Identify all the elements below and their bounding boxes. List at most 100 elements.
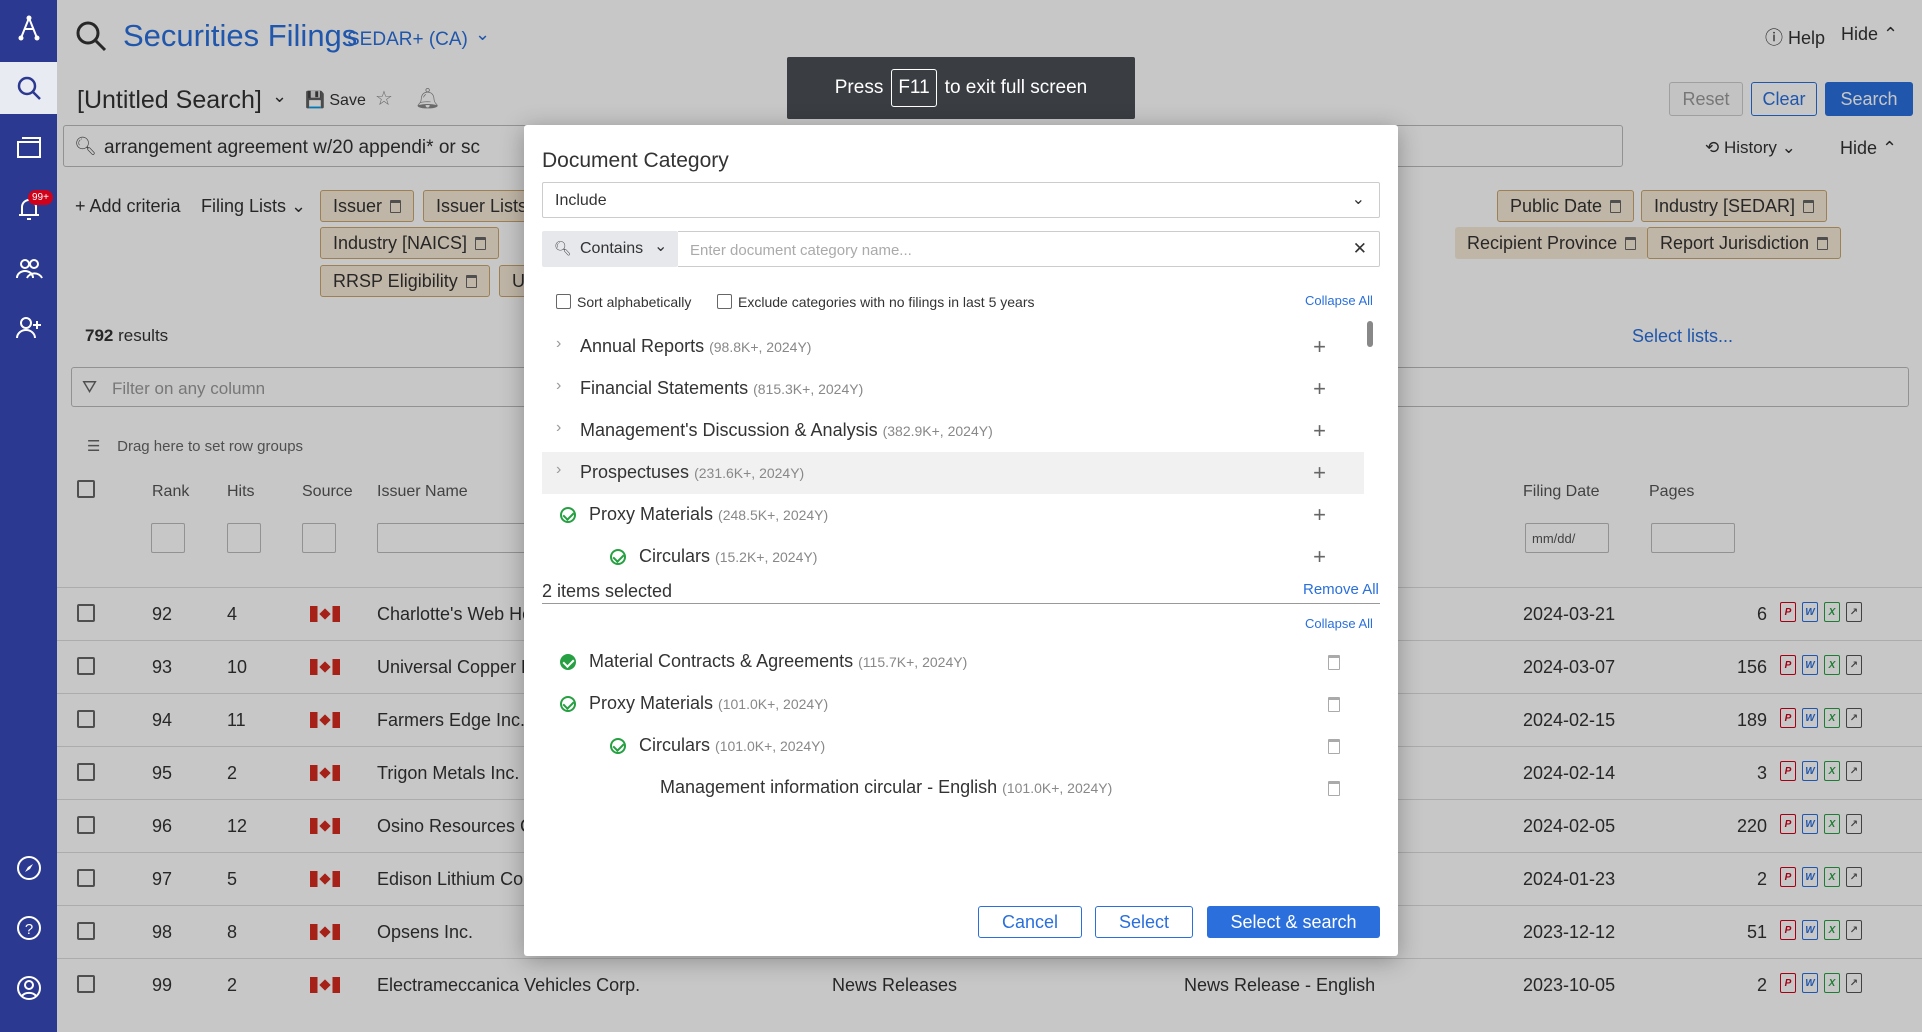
expand-chevron-icon[interactable]: › (556, 461, 561, 479)
check-circle-icon (560, 696, 576, 712)
tree-item-name: Proxy Materials (589, 504, 714, 524)
select-and-search-button[interactable]: Select & search (1207, 906, 1380, 938)
add-icon[interactable]: + (1313, 462, 1326, 484)
tree-item-label: Proxy Materials (248.5K+, 2024Y) (589, 504, 828, 525)
select-button[interactable]: Select (1095, 906, 1193, 938)
contains-label: Contains (580, 240, 644, 257)
tree-item-meta: (382.9K+, 2024Y) (882, 423, 993, 439)
category-input-placeholder: Enter document category name... (690, 242, 912, 259)
tree-item[interactable]: Circulars (15.2K+, 2024Y) + (542, 536, 1364, 578)
include-value: Include (555, 192, 607, 209)
check-circle-icon (610, 549, 626, 565)
exclude-checkbox[interactable] (717, 294, 732, 309)
selected-item: Material Contracts & Agreements (115.7K+… (542, 641, 1380, 683)
help-nav-icon[interactable]: ? (0, 902, 57, 954)
contains-dropdown[interactable]: 🔍︎ Contains ⌄ (542, 231, 678, 267)
include-dropdown[interactable]: Include ⌄ (542, 182, 1380, 218)
app-logo-icon[interactable] (0, 2, 57, 54)
contains-chevron-icon: ⌄ (654, 238, 668, 255)
svg-text:?: ? (24, 921, 32, 938)
tree-item-meta: (98.8K+, 2024Y) (709, 339, 812, 355)
expand-chevron-icon[interactable]: › (556, 335, 561, 353)
toast-key: F11 (891, 69, 937, 107)
check-circle-filled-icon (560, 654, 576, 670)
cancel-button[interactable]: Cancel (978, 906, 1082, 938)
expand-chevron-icon[interactable]: › (556, 419, 561, 437)
tree-item-label: Annual Reports (98.8K+, 2024Y) (580, 336, 811, 357)
tree-item-meta: (231.6K+, 2024Y) (694, 465, 805, 481)
category-name-input[interactable]: Enter document category name... ✕ (678, 231, 1380, 267)
sort-alpha-checkbox[interactable] (556, 294, 571, 309)
tree-item[interactable]: › Prospectuses (231.6K+, 2024Y) + (542, 452, 1364, 494)
tree-item-meta: (815.3K+, 2024Y) (753, 381, 864, 397)
users-nav-icon[interactable] (0, 242, 57, 294)
check-circle-icon (560, 507, 576, 523)
tree-item-meta: (15.2K+, 2024Y) (715, 549, 818, 565)
selected-item-meta: (101.0K+, 2024Y) (715, 738, 826, 754)
selected-item-meta: (115.7K+, 2024Y) (858, 654, 968, 670)
search-nav-icon[interactable] (0, 62, 57, 114)
tree-item-name: Annual Reports (580, 336, 705, 356)
tree-item-name: Financial Statements (580, 378, 749, 398)
add-icon[interactable]: + (1313, 420, 1326, 442)
tree-item-name: Management's Discussion & Analysis (580, 420, 878, 440)
tree-item-label: Management's Discussion & Analysis (382.… (580, 420, 993, 441)
clear-input-icon[interactable]: ✕ (1353, 239, 1367, 259)
collapse-all-selected-link[interactable]: Collapse All (1305, 616, 1373, 631)
contains-search-icon: 🔍︎ (554, 240, 572, 256)
tree-item-label: Circulars (15.2K+, 2024Y) (639, 546, 817, 567)
left-nav-rail: 99+ ? (0, 0, 57, 1032)
selected-item: Proxy Materials (101.0K+, 2024Y) (542, 683, 1380, 725)
exclude-label: Exclude categories with no filings in la… (738, 294, 1035, 310)
selected-item-meta: (101.0K+, 2024Y) (1002, 780, 1113, 796)
check-circle-icon (610, 738, 626, 754)
account-icon[interactable] (0, 962, 57, 1014)
selected-item-meta: (101.0K+, 2024Y) (718, 696, 829, 712)
tree-item[interactable]: Proxy Materials (248.5K+, 2024Y) + (542, 494, 1364, 536)
alerts-badge: 99+ (28, 190, 53, 205)
selected-item-name: Management information circular - Englis… (660, 777, 998, 797)
trash-icon[interactable] (1328, 697, 1340, 712)
selected-item-name: Proxy Materials (589, 693, 714, 713)
remove-all-link[interactable]: Remove All (1303, 581, 1379, 598)
selected-item: Circulars (101.0K+, 2024Y) (542, 725, 1380, 767)
compass-icon[interactable] (0, 842, 57, 894)
toast-press: Press (834, 77, 884, 98)
selected-item-name: Material Contracts & Agreements (589, 651, 854, 671)
selected-item-label: Circulars (101.0K+, 2024Y) (639, 735, 825, 756)
trash-icon[interactable] (1328, 781, 1340, 796)
tree-item[interactable]: › Annual Reports (98.8K+, 2024Y) + (542, 326, 1364, 368)
tree-item-label: Prospectuses (231.6K+, 2024Y) (580, 462, 804, 483)
selected-item: Management information circular - Englis… (542, 767, 1380, 809)
tree-item-label: Financial Statements (815.3K+, 2024Y) (580, 378, 863, 399)
add-icon[interactable]: + (1313, 378, 1326, 400)
dialog-title: Document Category (542, 149, 729, 172)
expand-chevron-icon[interactable]: › (556, 377, 561, 395)
tree-item-name: Prospectuses (580, 462, 690, 482)
add-icon[interactable]: + (1313, 504, 1326, 526)
sort-alpha-label: Sort alphabetically (577, 294, 692, 310)
selected-count: 2 items selected (542, 581, 673, 601)
fullscreen-toast: Press F11 to exit full screen (787, 57, 1135, 119)
divider (542, 603, 1380, 604)
alerts-bell-icon[interactable]: 99+ (0, 182, 57, 234)
selected-item-label: Management information circular - Englis… (660, 777, 1112, 798)
tree-item[interactable]: › Financial Statements (815.3K+, 2024Y) … (542, 368, 1364, 410)
add-icon[interactable]: + (1313, 336, 1326, 358)
include-chevron-icon: ⌄ (1351, 191, 1365, 208)
selected-item-label: Material Contracts & Agreements (115.7K+… (589, 651, 967, 672)
tree-item-name: Circulars (639, 546, 711, 566)
trash-icon[interactable] (1328, 655, 1340, 670)
toast-message: to exit full screen (944, 77, 1088, 98)
add-user-nav-icon[interactable] (0, 302, 57, 354)
selected-item-name: Circulars (639, 735, 711, 755)
document-category-dialog: Document Category Include ⌄ 🔍︎ Contains … (524, 125, 1398, 956)
tree-item-meta: (248.5K+, 2024Y) (718, 507, 829, 523)
tree-item[interactable]: › Management's Discussion & Analysis (38… (542, 410, 1364, 452)
tree-scrollbar[interactable] (1367, 321, 1373, 347)
selected-item-label: Proxy Materials (101.0K+, 2024Y) (589, 693, 828, 714)
collapse-all-link[interactable]: Collapse All (1305, 293, 1373, 308)
trash-icon[interactable] (1328, 739, 1340, 754)
filings-nav-icon[interactable] (0, 122, 57, 174)
add-icon[interactable]: + (1313, 546, 1326, 568)
